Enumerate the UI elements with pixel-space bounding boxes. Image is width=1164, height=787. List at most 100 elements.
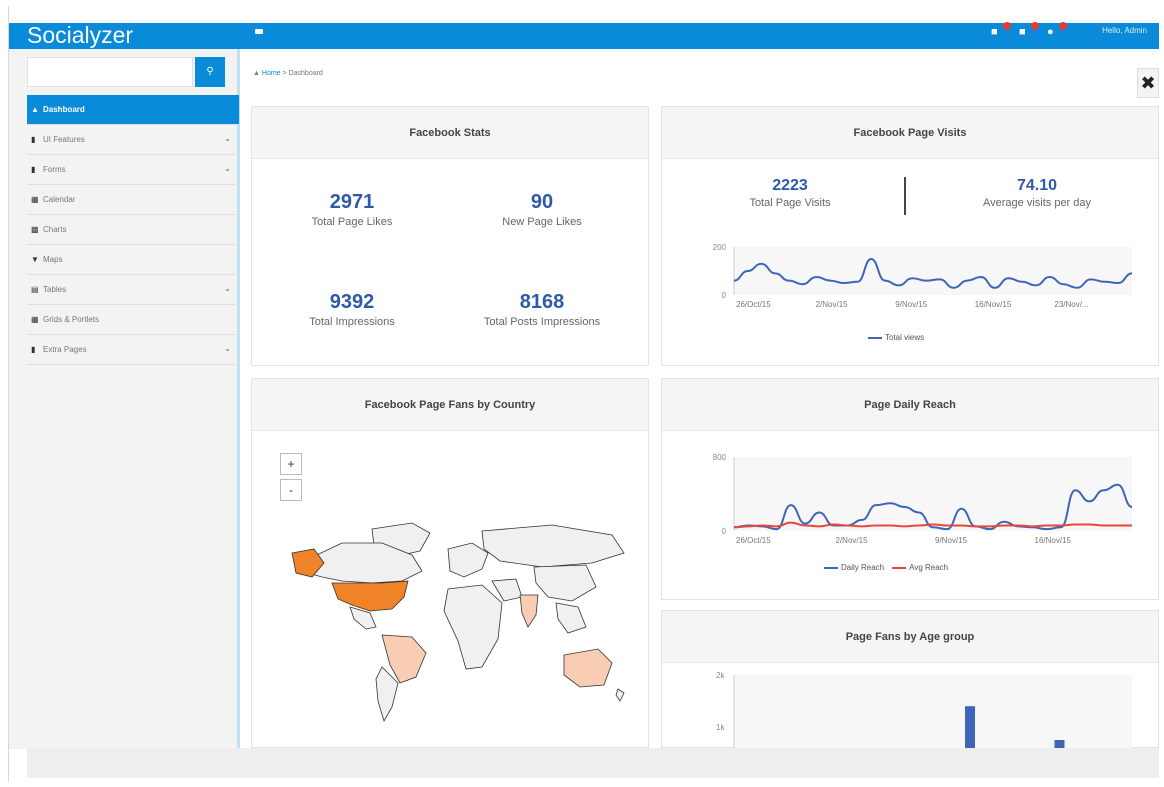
- map-marker-icon: ▼: [31, 255, 39, 264]
- map-region-india: [519, 594, 539, 628]
- y-tick-label: 0: [722, 527, 727, 536]
- bar: [965, 706, 975, 749]
- sidebar-item-tables[interactable]: ▤ Tables ⌄: [27, 275, 239, 305]
- facebook-stats-panel: Facebook Stats 2971 Total Page Likes 90 …: [251, 106, 649, 366]
- chevron-down-icon: ⌄: [224, 284, 231, 293]
- breadcrumb-current: Dashboard: [288, 70, 323, 77]
- x-tick-label: 2/Nov/15: [836, 536, 869, 545]
- top-navbar: Socialyzer ■ ■ ● Hello, Admin: [9, 22, 1159, 49]
- home-icon: ▲: [253, 70, 260, 77]
- table-icon: ▤: [31, 285, 39, 294]
- stat-total-posts-impressions: 8168 Total Posts Impressions: [452, 291, 632, 328]
- x-tick-label: 16/Nov/15: [975, 300, 1012, 309]
- chart-legend: Daily Reach Avg Reach: [824, 563, 948, 572]
- brand-logo[interactable]: Socialyzer: [27, 23, 133, 47]
- user-icon[interactable]: ●: [1047, 22, 1067, 38]
- sidebar-item-charts[interactable]: ▩ Charts: [27, 215, 239, 245]
- sidebar-item-maps[interactable]: ▼ Maps: [27, 245, 239, 275]
- grid-icon: ▦: [31, 315, 39, 324]
- sidebar-item-label: Dashboard: [43, 105, 85, 114]
- sidebar-item-extra-pages[interactable]: ▮ Extra Pages ⌄: [27, 335, 239, 365]
- footer-strip: [27, 748, 1159, 778]
- page-visits-chart: 200 0 26/Oct/15 2/Nov/15 9/Nov/15 16/Nov/15 23…: [713, 243, 1132, 309]
- notifications-icon[interactable]: ■: [1019, 22, 1039, 38]
- sidebar-item-grids-portlets[interactable]: ▦ Grids & Portlets: [27, 305, 239, 335]
- x-tick-label: 16/Nov/15: [1035, 536, 1072, 545]
- chevron-down-icon: ⌄: [224, 134, 231, 143]
- bar-chart-icon: ▩: [31, 225, 39, 234]
- map-region-south-america-south: [375, 666, 399, 723]
- stat-label: New Page Likes: [502, 216, 582, 228]
- stat-label: Total Impressions: [309, 316, 395, 328]
- daily-reach-chart: 800 0 26/Oct/15 2/Nov/15 9/Nov/15 16/Nov/15: [713, 453, 1132, 545]
- x-tick-label: 2/Nov/15: [816, 300, 849, 309]
- panel-title: Facebook Stats: [252, 107, 648, 159]
- sidebar-item-label: Extra Pages: [43, 345, 87, 354]
- legend-item-avg-reach: Avg Reach: [892, 563, 948, 572]
- stat-average-visits: 74.10 Average visits per day: [942, 177, 1132, 209]
- plot-area: [734, 675, 1132, 749]
- wrench-icon: ✖: [1140, 73, 1156, 93]
- sidebar-item-calendar[interactable]: ▦ Calendar: [27, 185, 239, 215]
- legend-item-total-views: Total views: [868, 333, 924, 342]
- map-region-africa: [443, 584, 503, 670]
- map-region-southeast-asia: [555, 602, 587, 634]
- sidebar-item-label: Forms: [43, 165, 66, 174]
- stat-total-page-visits: 2223 Total Page Visits: [700, 177, 880, 209]
- legend-label: Daily Reach: [841, 563, 885, 572]
- sidebar-item-dashboard[interactable]: ▲ Dashboard: [27, 95, 239, 125]
- home-icon: ▲: [31, 105, 39, 114]
- map-region-russia: [481, 524, 625, 568]
- legend-label: Total views: [885, 333, 925, 342]
- x-tick-label: 9/Nov/15: [895, 300, 928, 309]
- sidebar-item-ui-features[interactable]: ▮ UI Features ⌄: [27, 125, 239, 155]
- book-icon: ▮: [31, 135, 36, 144]
- stat-value: 90: [530, 191, 554, 213]
- breadcrumb-separator: >: [282, 70, 287, 77]
- stat-value: 2971: [329, 191, 375, 213]
- panel-title: Facebook Page Visits: [662, 107, 1158, 159]
- stat-value: 74.10: [1016, 177, 1058, 194]
- sidebar-item-label: UI Features: [43, 135, 85, 144]
- map-region-china: [533, 564, 597, 602]
- stat-total-impressions: 9392 Total Impressions: [262, 291, 442, 328]
- search-input[interactable]: [27, 57, 193, 87]
- panel-title: Page Daily Reach: [662, 379, 1158, 431]
- world-map-svg: [291, 522, 625, 723]
- y-tick-label: 2k: [716, 671, 725, 680]
- world-map[interactable]: + -: [252, 431, 648, 747]
- sidebar-item-label: Charts: [43, 225, 67, 234]
- top-icons: ■ ■ ●: [991, 22, 1067, 38]
- tools-button[interactable]: ✖: [1137, 68, 1159, 98]
- y-tick-label: 200: [713, 243, 727, 252]
- x-tick-label: 23/Nov/...: [1054, 300, 1088, 309]
- search-button[interactable]: ⚲: [195, 57, 225, 87]
- y-tick-label: 800: [713, 453, 727, 462]
- user-greeting[interactable]: Hello, Admin: [1102, 26, 1147, 35]
- stat-value: 9392: [329, 291, 375, 313]
- map-region-new-zealand: [615, 688, 625, 702]
- panel-title: Page Fans by Age group: [662, 611, 1158, 663]
- messages-icon[interactable]: ■: [991, 22, 1011, 38]
- calendar-icon: ▦: [31, 195, 39, 204]
- panel-title: Facebook Page Fans by Country: [252, 379, 648, 431]
- map-region-australia: [563, 648, 613, 688]
- stat-label: Total Posts Impressions: [483, 316, 601, 328]
- legend-item-daily-reach: Daily Reach: [824, 563, 884, 572]
- pencil-icon: ▮: [31, 165, 36, 174]
- sidebar-item-label: Maps: [43, 255, 63, 264]
- app-window: Socialyzer ■ ■ ● Hello, Admin ⚲ ▲ Dashboa…: [8, 6, 1159, 782]
- sidebar-item-forms[interactable]: ▮ Forms ⌄: [27, 155, 239, 185]
- breadcrumb-home[interactable]: Home: [262, 70, 281, 77]
- user-badge: [1059, 22, 1067, 30]
- sidebar-nav: ▲ Dashboard ▮ UI Features ⌄ ▮ Forms ⌄ ▦ Calend…: [27, 95, 239, 365]
- map-region-usa: [331, 580, 409, 612]
- x-tick-label: 9/Nov/15: [935, 536, 968, 545]
- page-visits-panel: Facebook Page Visits 2223 Total Page Vis…: [661, 106, 1159, 366]
- chevron-down-icon: ⌄: [224, 164, 231, 173]
- x-tick-label: 26/Oct/15: [736, 536, 771, 545]
- chart-legend: Total views: [868, 333, 924, 342]
- age-group-panel: Page Fans by Age group 2k 1k: [661, 610, 1159, 749]
- menu-toggle-icon[interactable]: [255, 29, 263, 34]
- stat-new-page-likes: 90 New Page Likes: [452, 191, 632, 228]
